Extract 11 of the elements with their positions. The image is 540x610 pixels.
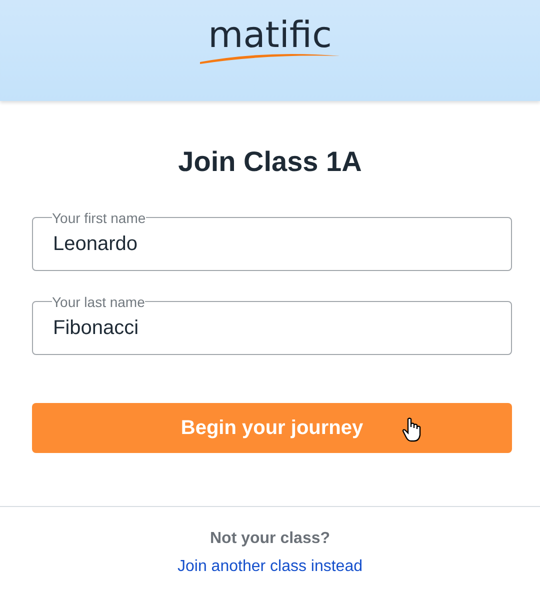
not-your-class-text: Not your class? xyxy=(210,528,330,549)
name-input[interactable]: Fibonacci xyxy=(53,312,491,343)
logo[interactable]: matific xyxy=(200,18,340,66)
name-input[interactable]: Leonardo xyxy=(53,228,491,259)
field-label: Your first name xyxy=(52,210,146,225)
page-title: Join Class 1A xyxy=(177,145,363,179)
name-field[interactable]: Your last name Fibonacci xyxy=(32,294,512,355)
name-field[interactable]: Your first name Leonardo xyxy=(32,210,512,271)
field-label: Your last name xyxy=(52,294,145,309)
join-another-class-link[interactable]: Join another class instead xyxy=(178,554,362,579)
hand-cursor-icon xyxy=(402,416,422,443)
